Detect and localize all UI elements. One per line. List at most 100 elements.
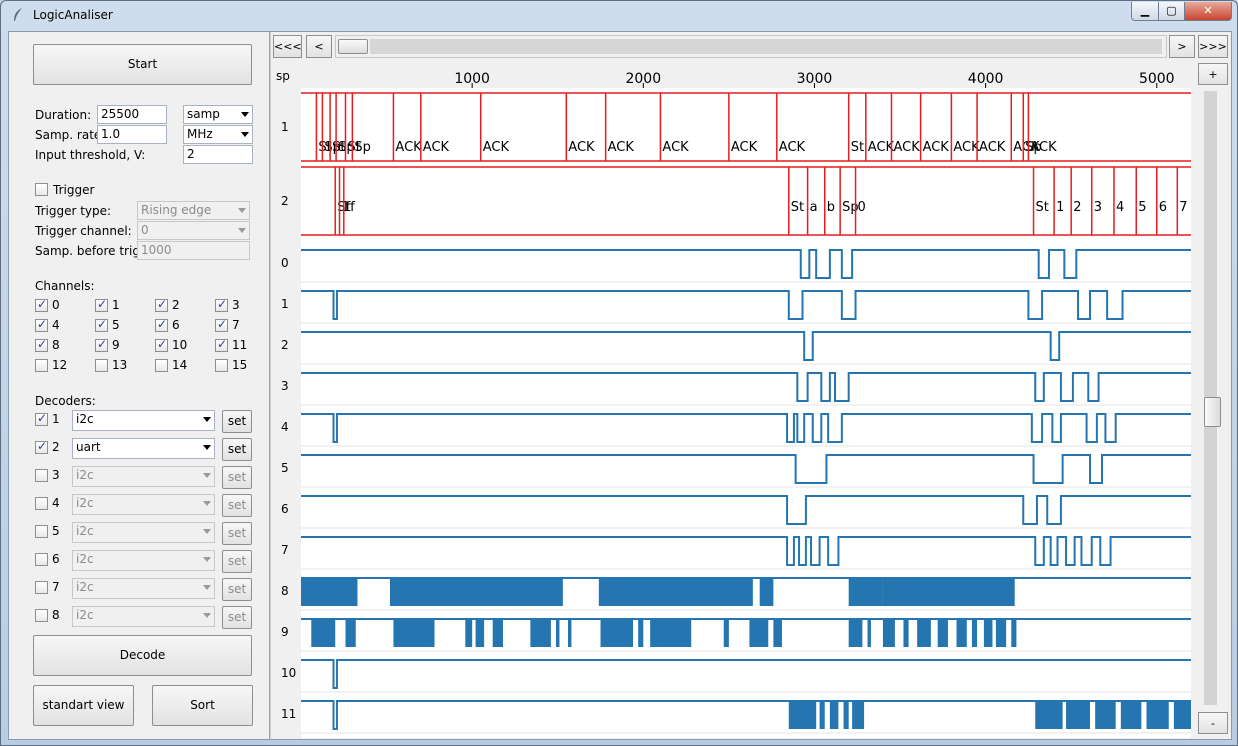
channel-checkbox[interactable] — [155, 297, 168, 312]
chevron-down-icon — [203, 613, 211, 618]
decoder-type-value: uart — [76, 440, 101, 454]
channel-label: 10 — [172, 338, 188, 352]
decoder-type-value: i2c — [76, 524, 94, 538]
decoder-checkbox[interactable] — [35, 469, 48, 482]
decoder-set-button[interactable]: set — [222, 522, 252, 545]
start-button[interactable]: Start — [33, 44, 252, 85]
decode-button[interactable]: Decode — [33, 635, 252, 676]
threshold-input[interactable]: 2 — [183, 145, 253, 164]
scroll-thumb[interactable] — [338, 39, 368, 54]
decoder-set-button[interactable]: set — [222, 494, 252, 517]
rate-input[interactable]: 1.0 — [97, 125, 167, 144]
channel-row-label: 0 — [281, 256, 289, 270]
decoder-set-button[interactable]: set — [222, 438, 252, 461]
channel-checkbox[interactable] — [95, 359, 108, 372]
channel-checkbox[interactable] — [95, 337, 108, 352]
decoder-set-button[interactable]: set — [222, 466, 252, 489]
decoder-type-select[interactable]: i2c — [72, 522, 215, 543]
channel-checkbox[interactable] — [95, 297, 108, 312]
scroll-prev-button[interactable]: < — [306, 35, 332, 58]
scroll-next-button[interactable]: > — [1169, 35, 1195, 58]
channel-checkbox[interactable] — [35, 337, 48, 352]
decoder-annotation: ff — [346, 200, 356, 215]
decoder-type-select[interactable]: uart — [72, 438, 215, 459]
signal-burst — [937, 619, 948, 647]
chevron-down-icon — [241, 112, 249, 117]
trigger-checkbox[interactable] — [35, 183, 48, 196]
channel-checkbox[interactable] — [155, 359, 168, 372]
channel-checkbox[interactable] — [155, 337, 168, 352]
decoder-checkbox[interactable] — [35, 553, 48, 566]
decoder-checkbox[interactable] — [35, 411, 48, 426]
decoder-number: 4 — [52, 496, 60, 510]
zoom-in-button[interactable]: + — [1198, 63, 1228, 85]
signal-burst — [1011, 619, 1017, 647]
scroll-thumb[interactable] — [1204, 397, 1221, 427]
zoom-out-button[interactable]: - — [1198, 712, 1228, 734]
window-title: LogicAnaliser — [33, 8, 113, 22]
trigger-channel-value: 0 — [141, 223, 149, 237]
scroll-track[interactable] — [370, 39, 1162, 54]
decoder-type-select[interactable]: i2c — [72, 606, 215, 627]
decoder-number: 7 — [52, 580, 60, 594]
signal-burst — [852, 701, 865, 729]
maximize-button[interactable]: ▢ — [1158, 2, 1185, 21]
channel-checkbox[interactable] — [215, 337, 228, 352]
trigger-channel-select[interactable]: 0 — [137, 221, 250, 240]
decoder-annotation: 6 — [1159, 200, 1167, 215]
horizontal-scrollbar[interactable] — [335, 35, 1167, 58]
threshold-label: Input threshold, V: — [35, 148, 146, 162]
decoder-type-select[interactable]: i2c — [72, 466, 215, 487]
rate-unit-value: MHz — [187, 127, 213, 141]
decoder-checkbox[interactable] — [35, 439, 48, 454]
signal-burst — [903, 619, 909, 647]
samp-before-input[interactable]: 1000 — [137, 241, 250, 260]
axis-tick-label: 3000 — [797, 71, 833, 87]
scroll-first-button[interactable]: <<< — [273, 35, 302, 58]
close-button[interactable]: ✕ — [1184, 2, 1232, 21]
minimize-button[interactable]: ▁ — [1131, 2, 1159, 21]
scroll-last-button[interactable]: >>> — [1198, 35, 1228, 58]
decoder-set-button[interactable]: set — [222, 550, 252, 573]
channel-checkbox[interactable] — [35, 297, 48, 312]
signal-burst — [983, 619, 993, 647]
decoder-annotation: St — [1036, 200, 1049, 215]
duration-unit-select[interactable]: samp — [183, 105, 253, 124]
channel-label: 13 — [112, 358, 128, 372]
channel-row-label: 3 — [281, 379, 289, 393]
decoder-type-select[interactable]: i2c — [72, 494, 215, 515]
channel-label: 12 — [52, 358, 68, 372]
vertical-scrollbar[interactable] — [1201, 88, 1221, 708]
standart-view-button[interactable]: standart view — [33, 685, 134, 726]
decoder-checkbox[interactable] — [35, 525, 48, 538]
decoder-type-select[interactable]: i2c — [72, 550, 215, 571]
channel-checkbox[interactable] — [215, 297, 228, 312]
rate-unit-select[interactable]: MHz — [183, 125, 253, 144]
duration-input[interactable]: 25500 — [97, 105, 167, 124]
sort-button[interactable]: Sort — [152, 685, 253, 726]
channel-checkbox[interactable] — [215, 359, 228, 372]
channel-checkbox[interactable] — [155, 317, 168, 332]
channel-checkbox[interactable] — [95, 317, 108, 332]
decoder-annotation: ACK — [953, 140, 980, 155]
channel-label: 1 — [112, 298, 120, 312]
channel-checkbox[interactable] — [35, 359, 48, 372]
decoder-type-select[interactable]: i2c — [72, 578, 215, 599]
decoder-set-button[interactable]: set — [222, 578, 252, 601]
channel-checkbox[interactable] — [35, 317, 48, 332]
decoder-type-select[interactable]: i2c — [72, 410, 215, 431]
signal-burst — [600, 619, 634, 647]
waveform-canvas[interactable]: sp 1000 2000 3000 4000 50001StSpStSpStSp ACK AC… — [271, 32, 1231, 739]
signal-burst — [882, 578, 1015, 606]
decoder-checkbox[interactable] — [35, 609, 48, 622]
decoder-set-button[interactable]: set — [222, 606, 252, 629]
channel-row-label: 5 — [281, 461, 289, 475]
decoder-set-button[interactable]: set — [222, 410, 252, 433]
trigger-type-select[interactable]: Rising edge — [137, 201, 250, 220]
signal-burst — [1146, 701, 1169, 729]
scroll-track[interactable] — [1204, 91, 1221, 705]
channel-checkbox[interactable] — [215, 317, 228, 332]
decoder-checkbox[interactable] — [35, 497, 48, 510]
decoder-checkbox[interactable] — [35, 581, 48, 594]
chevron-down-icon — [203, 557, 211, 562]
